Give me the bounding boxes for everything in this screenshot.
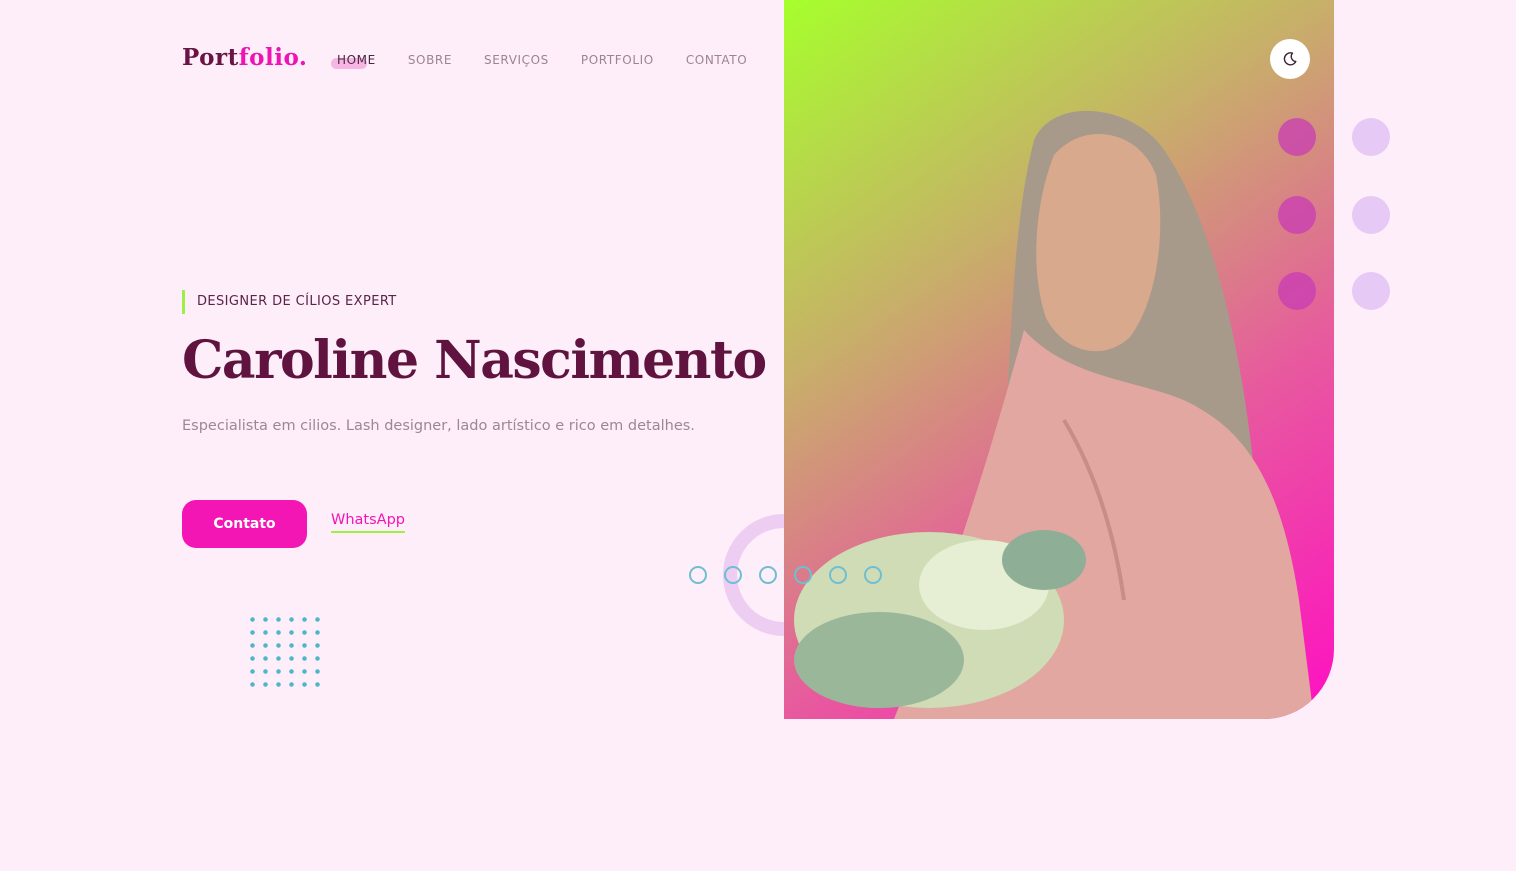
- circle-decoration: [794, 566, 812, 584]
- logo-accent: folio.: [238, 44, 308, 71]
- woman-with-bouquet-illustration: [794, 110, 1314, 719]
- profile-photo: [784, 0, 1334, 719]
- circle-decoration: [864, 566, 882, 584]
- hero-name: Caroline Nascimento: [182, 330, 767, 391]
- circle-row-decoration: [689, 566, 882, 584]
- theme-toggle-button[interactable]: [1270, 39, 1310, 79]
- nav-item-servicos[interactable]: SERVIÇOS: [484, 53, 549, 67]
- hero-description: Especialista em cilios. Lash designer, l…: [182, 418, 695, 434]
- moon-icon: [1283, 52, 1297, 66]
- main-nav: HOME SOBRE SERVIÇOS PORTFOLIO CONTATO: [331, 53, 747, 69]
- whatsapp-link[interactable]: WhatsApp: [331, 512, 405, 533]
- hero-label: DESIGNER DE CÍLIOS EXPERT: [182, 290, 397, 314]
- dot-decoration: [1352, 196, 1390, 234]
- logo-main: Port: [182, 44, 239, 71]
- nav-item-home[interactable]: HOME: [331, 53, 376, 69]
- logo[interactable]: Portfolio.: [182, 44, 307, 71]
- dot-decoration: [1278, 196, 1316, 234]
- dot-decoration: [1278, 272, 1316, 310]
- nav-item-portfolio[interactable]: PORTFOLIO: [581, 53, 654, 67]
- dot-decoration: [1352, 118, 1390, 156]
- dot-decoration: [1352, 272, 1390, 310]
- circle-decoration: [689, 566, 707, 584]
- dot-grid-decoration: [246, 613, 320, 687]
- nav-item-contato[interactable]: CONTATO: [686, 53, 747, 67]
- contact-button[interactable]: Contato: [182, 500, 307, 548]
- nav-item-sobre[interactable]: SOBRE: [408, 53, 452, 67]
- dot-decoration: [1278, 118, 1316, 156]
- circle-decoration: [724, 566, 742, 584]
- circle-decoration: [759, 566, 777, 584]
- circle-decoration: [829, 566, 847, 584]
